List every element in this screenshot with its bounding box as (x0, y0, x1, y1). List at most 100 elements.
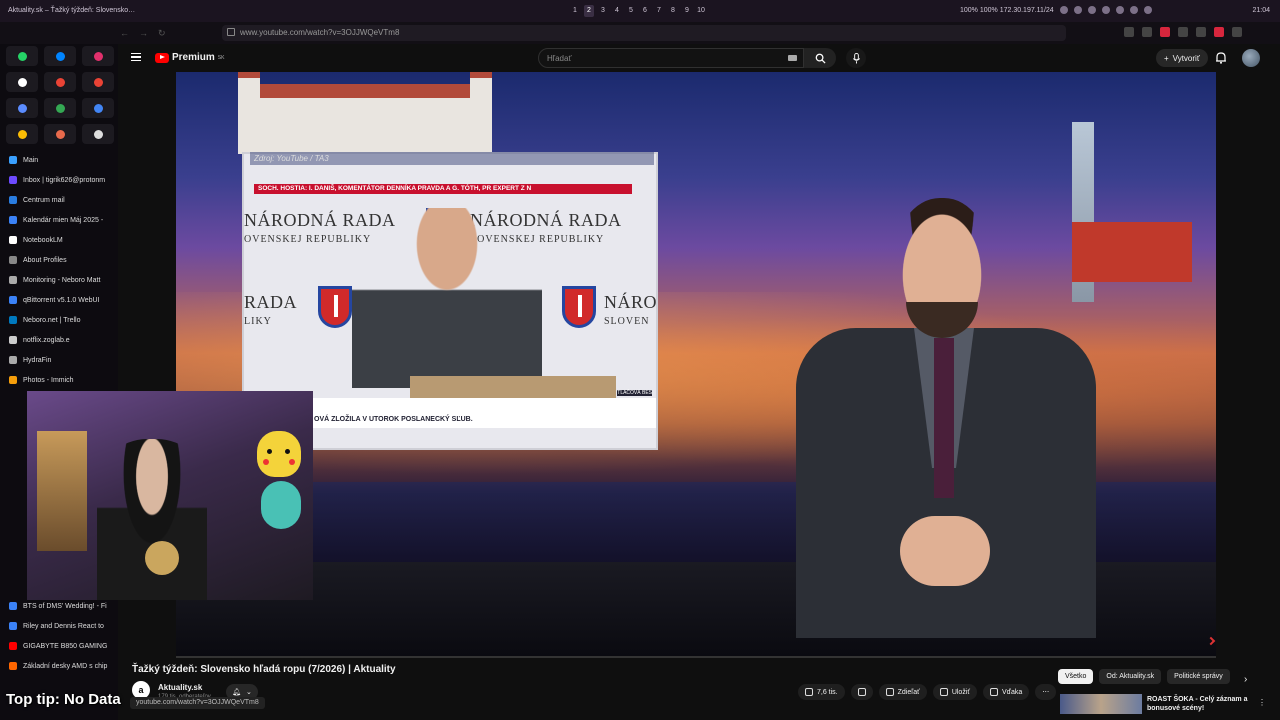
extension-icon[interactable] (1142, 27, 1152, 37)
menu-icon[interactable] (1232, 27, 1242, 37)
reload-icon[interactable]: ↻ (158, 28, 166, 39)
sidebar-tab[interactable]: NotebookLM (0, 230, 118, 250)
chat-app[interactable] (6, 98, 38, 118)
keep-app[interactable] (6, 124, 38, 144)
workspace-9[interactable]: 9 (682, 5, 692, 17)
gmail-2-app[interactable] (82, 72, 114, 92)
youtube-header: Premium SK Hľadať + Vytvoriť (118, 44, 1280, 72)
bell-icon: 🔔︎ (232, 689, 241, 696)
like-button[interactable]: 7,6 tis. (798, 684, 845, 700)
sidebar-tab[interactable]: About Profiles (0, 250, 118, 270)
inset-source: Zdroj: YouTube / TA3 (250, 152, 654, 165)
tab-label: Neboro.net | Trello (23, 316, 81, 324)
search-input[interactable]: Hľadať (538, 48, 804, 68)
sidebar-tab[interactable]: Neboro.net | Trello (0, 310, 118, 330)
workspace-10[interactable]: 10 (696, 5, 706, 17)
sidebar-tab[interactable]: Photos - Immich (0, 370, 118, 390)
extension-icon[interactable] (1196, 27, 1206, 37)
workspace-7[interactable]: 7 (654, 5, 664, 17)
voice-search-button[interactable] (846, 48, 866, 68)
sidebar-tab[interactable]: Main (0, 150, 118, 170)
search-icon (815, 53, 826, 64)
workspace-5[interactable]: 5 (626, 5, 636, 17)
sidebar-tab[interactable]: Centrum mail (0, 190, 118, 210)
sidebar-tab[interactable]: notflix.zoglab.e (0, 330, 118, 350)
tray-icon[interactable] (1101, 6, 1110, 14)
sidebar-tab[interactable]: HydraFin (0, 350, 118, 370)
search-placeholder: Hľadať (547, 54, 572, 63)
hamburger-menu-icon[interactable] (131, 53, 141, 61)
back-icon[interactable]: ← (120, 28, 129, 39)
extension-icons (1124, 27, 1242, 37)
tray-icon[interactable] (1073, 6, 1082, 14)
channel-name[interactable]: Aktuality.sk (158, 683, 202, 692)
tray-icon[interactable] (1087, 6, 1096, 14)
extension-icon[interactable] (1124, 27, 1134, 37)
tray-icon[interactable] (1129, 6, 1138, 14)
podium (410, 376, 616, 400)
chevron-right-icon[interactable]: › (1244, 674, 1247, 685)
filter-chip[interactable]: Od: Aktuality.sk (1099, 669, 1162, 684)
thanks-button[interactable]: Vďaka (983, 684, 1030, 700)
filter-chip[interactable]: Všetko (1058, 669, 1094, 684)
drive-app[interactable] (44, 98, 76, 118)
miku-figure (261, 481, 301, 529)
workspace-4[interactable]: 4 (612, 5, 622, 17)
filter-chip[interactable]: Politické správy (1167, 669, 1230, 684)
account-avatar[interactable] (1242, 49, 1260, 67)
sidebar-tab[interactable]: qBittorrent v5.1.0 WebUI (0, 290, 118, 310)
workspace-6[interactable]: 6 (640, 5, 650, 17)
proton-icon (55, 129, 65, 139)
system-tray: 100% 100% 172.30.197.11/24 (960, 6, 1152, 14)
sidebar-tab[interactable]: Základní desky AMD s chip (0, 656, 118, 676)
extension-icon[interactable] (1178, 27, 1188, 37)
extension-icon[interactable] (1214, 27, 1224, 37)
share-button[interactable]: Zdieľať (878, 684, 927, 700)
whatsapp-app[interactable] (6, 46, 38, 66)
more-vert-icon[interactable]: ⋮ (1258, 698, 1266, 707)
tab-label: GIGABYTE B850 GAMING (23, 642, 108, 650)
sidebar-tab[interactable]: Kalendár mien Máj 2025 - (0, 210, 118, 230)
address-bar[interactable]: www.youtube.com/watch?v=3OJJWQeVTm8 (222, 25, 1066, 41)
search-button[interactable] (804, 48, 836, 68)
sidebar-tab[interactable]: Monitoring - Neboro Matt (0, 270, 118, 290)
microphone-icon (852, 52, 860, 64)
tray-icon[interactable] (1115, 6, 1124, 14)
keyboard-icon[interactable] (788, 55, 797, 61)
create-button[interactable]: + Vytvoriť (1156, 49, 1208, 67)
video-player[interactable]: Zdroj: YouTube / TA3 SOCH. HOSTIA: I. DA… (176, 72, 1216, 658)
x-app[interactable] (6, 72, 38, 92)
docs-app[interactable] (82, 98, 114, 118)
sidebar-tab[interactable]: Riley and Dennis React to (0, 616, 118, 636)
save-button[interactable]: Uložiť (932, 684, 977, 700)
more-button[interactable]: ⋯ (1035, 684, 1057, 700)
gmail-app[interactable] (44, 72, 76, 92)
share-icon (885, 688, 894, 696)
github-app[interactable] (82, 124, 114, 144)
messenger-app[interactable] (44, 46, 76, 66)
logo-text: Premium (172, 52, 215, 63)
extension-icon[interactable] (1160, 27, 1170, 37)
workspace-2[interactable]: 2 (584, 5, 594, 17)
forward-icon[interactable]: → (139, 28, 148, 39)
workspace-switcher[interactable]: 1 2 3 4 5 6 7 8 9 10 (570, 5, 706, 17)
tray-icon[interactable] (1143, 6, 1152, 14)
recommended-video[interactable]: ROAST ŠOKA - Celý záznam a bonusové scén… (1060, 694, 1270, 714)
tray-icon[interactable] (1059, 6, 1068, 14)
youtube-premium-logo[interactable]: Premium SK (155, 52, 224, 63)
workspace-8[interactable]: 8 (668, 5, 678, 17)
dislike-button[interactable] (850, 684, 873, 700)
sidebar-tab[interactable]: Inbox | tigrik626@protonm (0, 170, 118, 190)
tab-list-bottom: BTS of DMS' Wedding! - Fi Riley and Denni… (0, 596, 118, 676)
instagram-app[interactable] (82, 46, 114, 66)
messenger-icon (55, 51, 65, 61)
inset-tag: TLAČOVÁ BES (617, 390, 652, 396)
workspace-3[interactable]: 3 (598, 5, 608, 17)
recommended-thumbnail[interactable] (1060, 694, 1142, 714)
proton-app[interactable] (44, 124, 76, 144)
workspace-1[interactable]: 1 (570, 5, 580, 17)
sidebar-tab[interactable]: GIGABYTE B850 GAMING (0, 636, 118, 656)
notifications-bell-icon[interactable] (1215, 51, 1227, 64)
recommended-title[interactable]: ROAST ŠOKA - Celý záznam a bonusové scén… (1147, 695, 1261, 713)
recommendation-chips: Všetko Od: Aktuality.sk Politické správy (1058, 669, 1230, 684)
